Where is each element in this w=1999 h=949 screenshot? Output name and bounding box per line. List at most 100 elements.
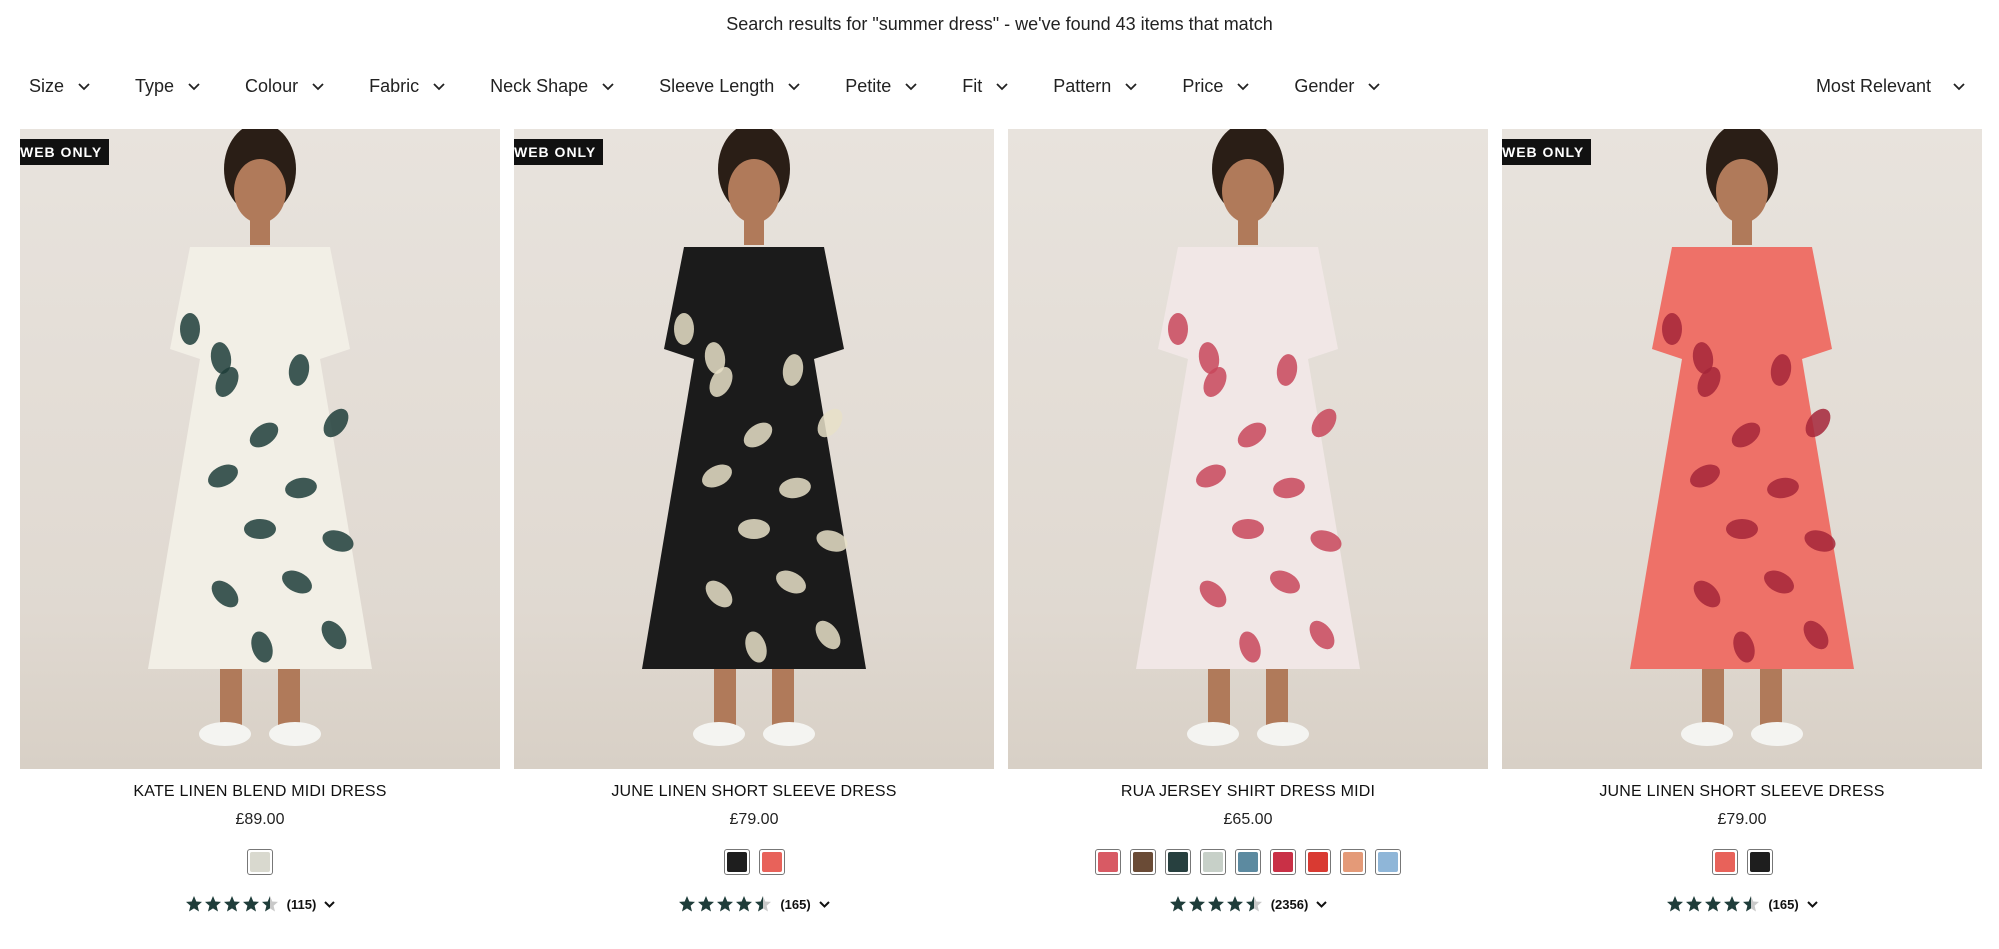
chevron-down-icon [1237, 82, 1249, 90]
star-rating [1169, 895, 1263, 913]
product-name[interactable]: JUNE LINEN SHORT SLEEVE DRESS [1502, 783, 1982, 801]
product-name[interactable]: KATE LINEN BLEND MIDI DRESS [20, 783, 500, 801]
colour-swatch[interactable] [723, 849, 750, 875]
chevron-down-icon [1368, 82, 1381, 90]
chevron-down-icon [433, 82, 445, 90]
filter-petite[interactable]: Petite [845, 76, 917, 97]
review-count: (2356) [1270, 896, 1309, 912]
product-illustration [148, 129, 372, 746]
product-image[interactable] [1008, 129, 1488, 769]
review-count: (115) [286, 896, 317, 912]
star-icon [1743, 896, 1760, 912]
rating-summary[interactable]: (165) [514, 895, 994, 913]
filter-pattern[interactable]: Pattern [1053, 76, 1137, 97]
web-only-badge: WEB ONLY [20, 139, 110, 165]
review-count: (165) [780, 896, 811, 912]
filter-label: Sleeve Length [659, 76, 775, 96]
colour-swatch[interactable] [247, 849, 273, 875]
filter-label: Fit [962, 76, 983, 96]
filter-colour[interactable]: Colour [245, 76, 324, 97]
product-image[interactable]: WEB ONLY [514, 129, 994, 769]
product-price: £79.00 [1717, 811, 1767, 828]
colour-swatch[interactable] [1165, 849, 1191, 875]
filter-label: Neck Shape [490, 76, 589, 96]
filter-fit[interactable]: Fit [962, 76, 1008, 97]
filter-price[interactable]: Price [1182, 76, 1249, 97]
chevron-down-icon [905, 82, 917, 90]
filter-label: Type [135, 76, 175, 96]
star-icon [204, 896, 221, 912]
colour-swatch[interactable] [1340, 849, 1366, 875]
star-icon [1724, 896, 1741, 912]
filter-label: Colour [245, 76, 299, 96]
filter-size[interactable]: Size [29, 76, 90, 97]
star-icon [755, 896, 772, 912]
colour-swatch[interactable] [1270, 849, 1296, 875]
rating-summary[interactable]: (2356) [1008, 895, 1488, 913]
filter-label: Pattern [1053, 76, 1112, 96]
star-rating [678, 895, 772, 913]
chevron-down-icon [1316, 900, 1327, 908]
colour-swatch[interactable] [1095, 849, 1121, 875]
sort-label: Most Relevant [1815, 76, 1931, 96]
rating-summary[interactable]: (165) [1502, 895, 1982, 913]
product-card[interactable]: WEB ONLY JUNE LINEN SHORT SLEEVE DRESS £79… [514, 129, 994, 913]
chevron-down-icon [188, 82, 200, 90]
product-price: £89.00 [235, 811, 285, 828]
colour-swatch[interactable] [1305, 849, 1331, 875]
star-icon [185, 896, 202, 912]
colour-swatches [20, 849, 500, 875]
star-rating [1666, 895, 1760, 913]
product-image[interactable]: WEB ONLY [1502, 129, 1982, 769]
product-card[interactable]: WEB ONLY KATE LINEN BLEND MIDI DRESS £89.0… [20, 129, 500, 913]
filter-label: Gender [1294, 76, 1355, 96]
product-name[interactable]: RUA JERSEY SHIRT DRESS MIDI [1008, 783, 1488, 801]
star-icon [261, 896, 278, 912]
colour-swatch[interactable] [1746, 849, 1773, 875]
product-price: £65.00 [1223, 811, 1273, 828]
star-icon [698, 896, 715, 912]
chevron-down-icon [1806, 900, 1818, 908]
product-illustration [1136, 129, 1360, 746]
colour-swatch[interactable] [1711, 849, 1738, 875]
filter-bar: Size Type Colour Fabric Neck Shape Sleeve Len… [29, 76, 1425, 97]
filter-fabric[interactable]: Fabric [369, 76, 445, 97]
web-only-badge: WEB ONLY [514, 139, 604, 165]
filter-neck-shape[interactable]: Neck Shape [490, 76, 614, 97]
filter-label: Petite [845, 76, 892, 96]
filter-sleeve-length[interactable]: Sleeve Length [659, 76, 800, 97]
star-icon [242, 896, 259, 912]
product-card[interactable]: RUA JERSEY SHIRT DRESS MIDI £65.00 (2356) [1008, 129, 1488, 913]
web-only-badge: WEB ONLY [1502, 139, 1592, 165]
chevron-down-icon [324, 900, 336, 908]
product-price: £79.00 [729, 811, 779, 828]
star-icon [1245, 896, 1262, 912]
rating-summary[interactable]: (115) [20, 895, 500, 913]
review-count: (165) [1768, 896, 1799, 912]
colour-swatch[interactable] [1375, 849, 1401, 875]
sort-dropdown[interactable]: Most Relevant [1816, 76, 1965, 97]
filter-type[interactable]: Type [135, 76, 200, 97]
star-icon [1169, 896, 1186, 912]
star-icon [1686, 896, 1703, 912]
star-icon [223, 896, 240, 912]
colour-swatch[interactable] [758, 849, 785, 875]
product-card[interactable]: WEB ONLY JUNE LINEN SHORT SLEEVE DRESS £79… [1502, 129, 1982, 913]
chevron-down-icon [818, 900, 830, 908]
chevron-down-icon [602, 82, 614, 90]
product-grid: WEB ONLY KATE LINEN BLEND MIDI DRESS £89.0… [20, 129, 1982, 913]
colour-swatch[interactable] [1200, 849, 1226, 875]
product-name[interactable]: JUNE LINEN SHORT SLEEVE DRESS [514, 783, 994, 801]
product-image[interactable]: WEB ONLY [20, 129, 500, 769]
colour-swatch[interactable] [1235, 849, 1261, 875]
star-icon [1667, 896, 1684, 912]
colour-swatches [1008, 849, 1488, 875]
star-icon [679, 896, 696, 912]
product-illustration [642, 129, 866, 746]
chevron-down-icon [1125, 82, 1137, 90]
star-icon [1188, 896, 1205, 912]
filter-gender[interactable]: Gender [1294, 76, 1381, 97]
colour-swatch[interactable] [1130, 849, 1156, 875]
product-illustration [1630, 129, 1854, 746]
filter-label: Fabric [369, 76, 420, 96]
